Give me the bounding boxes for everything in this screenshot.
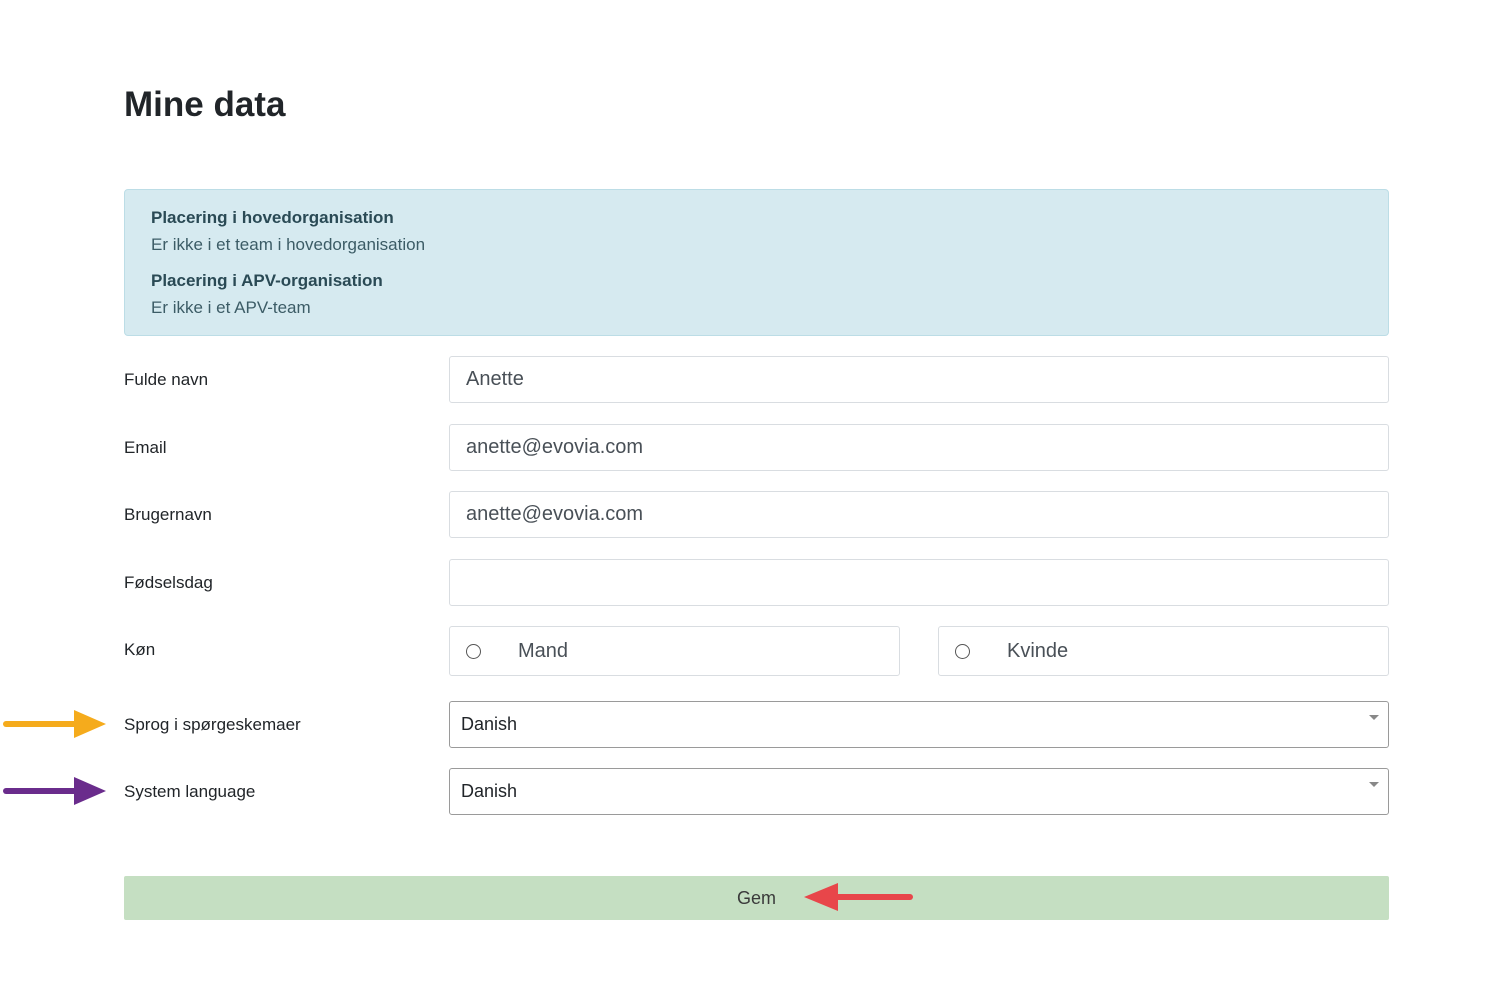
full-name-input[interactable] (449, 356, 1389, 403)
full-name-label: Fulde navn (124, 370, 209, 389)
system-language-selected: Danish (461, 781, 518, 801)
apv-org-text: Er ikke i et APV-team (151, 298, 311, 317)
survey-language-arrow-icon (3, 710, 106, 738)
system-language-select[interactable]: Danish (449, 768, 1389, 815)
gender-label: Køn (124, 640, 156, 659)
email-input[interactable] (449, 424, 1389, 471)
survey-language-label: Sprog i spørgeskemaer (124, 715, 301, 734)
main-org-heading: Placering i hovedorganisation (151, 208, 394, 227)
page-title: Mine data (124, 85, 286, 124)
survey-language-selected: Danish (461, 714, 518, 734)
radio-female-label: Kvinde (1007, 639, 1069, 662)
email-label: Email (124, 438, 167, 457)
mine-data-page: Mine data Placering i hovedorganisation … (0, 0, 1508, 990)
save-button[interactable]: Gem (124, 876, 1389, 920)
system-language-arrow-icon (3, 777, 106, 805)
system-language-label: System language (124, 782, 256, 801)
radio-male-label: Mand (518, 639, 569, 662)
username-label: Brugernavn (124, 505, 212, 524)
main-org-text: Er ikke i et team i hovedorganisation (151, 235, 426, 254)
apv-org-heading: Placering i APV-organisation (151, 271, 383, 290)
radio-female[interactable] (955, 643, 970, 659)
save-arrow-icon (804, 883, 913, 911)
gender-option-male[interactable]: Mand (449, 626, 900, 676)
username-input[interactable] (449, 491, 1389, 538)
placement-info-box: Placering i hovedorganisation Er ikke i … (124, 189, 1389, 336)
birthday-input[interactable] (449, 559, 1389, 606)
birthday-label: Fødselsdag (124, 573, 213, 592)
survey-language-select[interactable]: Danish (449, 701, 1389, 748)
chevron-down-icon (1369, 715, 1379, 720)
chevron-down-icon (1369, 782, 1379, 787)
gender-option-female[interactable]: Kvinde (938, 626, 1389, 676)
radio-male[interactable] (466, 643, 481, 659)
